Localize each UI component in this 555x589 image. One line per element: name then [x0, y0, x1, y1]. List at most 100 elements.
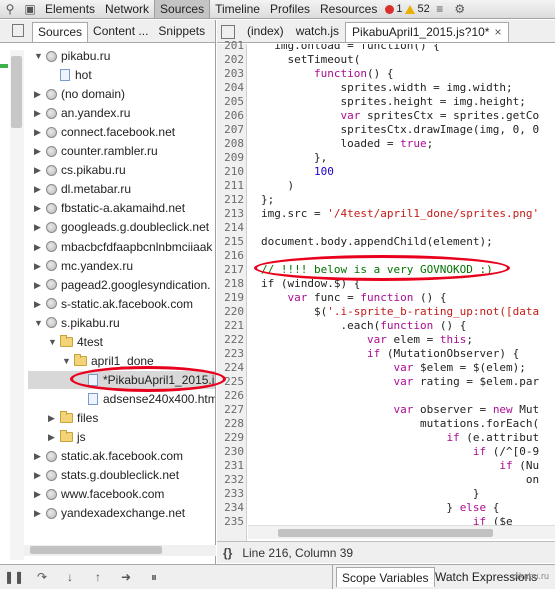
chevron-right-icon[interactable]: ▶ [34, 466, 44, 484]
chevron-right-icon[interactable]: ▶ [48, 409, 58, 427]
tree-domain-item[interactable]: ▶ an.yandex.ru [28, 104, 130, 122]
step-over-icon[interactable]: ↷ [28, 566, 56, 588]
line-number[interactable]: 205 [217, 95, 244, 109]
tree-domain-item[interactable]: ▶ counter.rambler.ru [28, 142, 158, 160]
chevron-right-icon[interactable]: ▶ [34, 504, 44, 522]
line-number[interactable]: 225 [217, 375, 244, 389]
line-number[interactable]: 233 [217, 487, 244, 501]
line-number[interactable]: 223 [217, 347, 244, 361]
chevron-right-icon[interactable]: ▶ [34, 485, 44, 503]
editor-tab[interactable]: (index) [241, 22, 290, 42]
warning-counter[interactable]: 52 [405, 3, 430, 15]
chevron-down-icon[interactable]: ▼ [62, 352, 72, 370]
navigator-hscrollbar[interactable] [24, 545, 216, 556]
line-number[interactable]: 216 [217, 249, 244, 263]
line-number[interactable]: 203 [217, 67, 244, 81]
chevron-right-icon[interactable]: ▶ [34, 104, 44, 122]
line-number[interactable]: 229 [217, 431, 244, 445]
chevron-right-icon[interactable]: ▶ [34, 257, 44, 275]
chevron-right-icon[interactable]: ▶ [34, 161, 44, 179]
line-number[interactable]: 204 [217, 81, 244, 95]
chevron-right-icon[interactable]: ▶ [34, 447, 44, 465]
pause-icon[interactable]: ❚❚ [0, 566, 28, 588]
line-number[interactable]: 232 [217, 473, 244, 487]
line-number[interactable]: 227 [217, 403, 244, 417]
chevron-right-icon[interactable]: ▶ [34, 218, 44, 236]
scrollbar-thumb[interactable] [278, 529, 493, 537]
chevron-right-icon[interactable]: ▶ [34, 199, 44, 217]
chevron-down-icon[interactable]: ▼ [48, 333, 58, 351]
tab-profiles[interactable]: Profiles [265, 0, 315, 18]
step-out-icon[interactable]: ↑ [84, 566, 112, 588]
editor-tab-active[interactable]: PikabuApril1_2015.js?10* × [345, 22, 509, 42]
tree-domain-item[interactable]: ▶ stats.g.doubleclick.net [28, 466, 179, 484]
tab-scope-variables[interactable]: Scope Variables [336, 567, 435, 587]
nav-tab-snippets[interactable]: Snippets [153, 22, 210, 42]
editor-tab[interactable]: watch.js [290, 22, 345, 42]
chevron-right-icon[interactable]: ▶ [34, 276, 44, 294]
line-number[interactable]: 212 [217, 193, 244, 207]
step-into-icon[interactable]: ↓ [56, 566, 84, 588]
tree-domain-item[interactable]: ▶ googleads.g.doubleclick.net [28, 218, 209, 236]
line-number[interactable]: 206 [217, 109, 244, 123]
line-number[interactable]: 219 [217, 291, 244, 305]
dock-icon[interactable] [12, 24, 24, 37]
chevron-down-icon[interactable]: ▼ [34, 314, 44, 332]
tree-domain-item[interactable]: ▶ mbacbcfdfaapbcnlnbmciiaak [28, 238, 212, 256]
line-number[interactable]: 226 [217, 389, 244, 403]
tab-network[interactable]: Network [100, 0, 154, 18]
tree-domain-item[interactable]: ▶ connect.facebook.net [28, 123, 175, 141]
chevron-down-icon[interactable]: ▼ [34, 47, 44, 65]
line-number[interactable]: 217 [217, 263, 244, 277]
navigator-scrollbar[interactable] [10, 50, 24, 560]
line-number[interactable]: 214 [217, 221, 244, 235]
tree-domain-item[interactable]: ▼ pikabu.ru [28, 47, 110, 65]
line-number[interactable]: 209 [217, 151, 244, 165]
tree-domain-item[interactable]: ▶ dl.metabar.ru [28, 180, 131, 198]
toggle-navigator-icon[interactable] [221, 25, 235, 39]
scrollbar-thumb[interactable] [11, 56, 22, 128]
line-number[interactable]: 201 [217, 39, 244, 53]
tree-domain-item[interactable]: ▶ www.facebook.com [28, 485, 164, 503]
chevron-right-icon[interactable]: ▶ [34, 180, 44, 198]
tree-file-item[interactable]: hot [28, 66, 92, 84]
tree-domain-item[interactable]: ▶ fbstatic-a.akamaihd.net [28, 199, 185, 217]
tree-domain-item[interactable]: ▶ (no domain) [28, 85, 125, 103]
search-icon[interactable]: ⚲ [0, 0, 20, 18]
line-number-gutter[interactable]: 201 202 203 204 205 206 207 208 209 210 211 212 213 2… [217, 39, 247, 541]
tree-domain-item[interactable]: ▶ s-static.ak.facebook.com [28, 295, 193, 313]
tree-domain-item[interactable]: ▶ static.ak.facebook.com [28, 447, 183, 465]
tab-elements[interactable]: Elements [40, 0, 100, 18]
tree-domain-item[interactable]: ▶ cs.pikabu.ru [28, 161, 126, 179]
line-number[interactable]: 228 [217, 417, 244, 431]
tree-domain-item[interactable]: ▶ yandexadexchange.net [28, 504, 185, 522]
line-number[interactable]: 207 [217, 123, 244, 137]
tree-folder-item[interactable]: ▼ april1_done [28, 352, 154, 370]
tree-folder-item[interactable]: ▶ files [28, 409, 98, 427]
nav-tab-sources[interactable]: Sources [32, 22, 89, 42]
pretty-print-button[interactable]: {} [223, 546, 232, 560]
line-number[interactable]: 231 [217, 459, 244, 473]
tree-domain-item[interactable]: ▶ mc.yandex.ru [28, 257, 133, 275]
device-icon[interactable]: ▣ [20, 0, 40, 18]
chevron-right-icon[interactable]: ▶ [34, 85, 44, 103]
tree-file-item[interactable]: *PikabuApril1_2015.js [28, 370, 215, 389]
tree-folder-item[interactable]: ▼ 4test [28, 333, 103, 351]
scrollbar-thumb[interactable] [30, 546, 162, 554]
chevron-right-icon[interactable]: ▶ [48, 428, 58, 446]
line-number[interactable]: 220 [217, 305, 244, 319]
chevron-right-icon[interactable]: ▶ [34, 123, 44, 141]
error-counter[interactable]: 1 [385, 3, 402, 15]
console-drawer-icon[interactable]: ≡ [430, 0, 450, 18]
line-number[interactable]: 215 [217, 235, 244, 249]
nav-tab-content-scripts[interactable]: Content ... [88, 22, 153, 42]
chevron-right-icon[interactable]: ▶ [34, 295, 44, 313]
tree-domain-item[interactable]: ▶ pagead2.googlesyndication. [28, 276, 210, 294]
chevron-right-icon[interactable]: ▶ [34, 238, 44, 256]
chevron-right-icon[interactable]: ▶ [34, 142, 44, 160]
tab-resources[interactable]: Resources [315, 0, 382, 18]
deactivate-breakpoints-icon[interactable]: ➜ [112, 566, 140, 588]
tree-folder-item[interactable]: ▶ js [28, 428, 86, 446]
tab-sources[interactable]: Sources [154, 0, 211, 18]
tree-file-item[interactable]: adsense240x400.html [28, 390, 215, 408]
